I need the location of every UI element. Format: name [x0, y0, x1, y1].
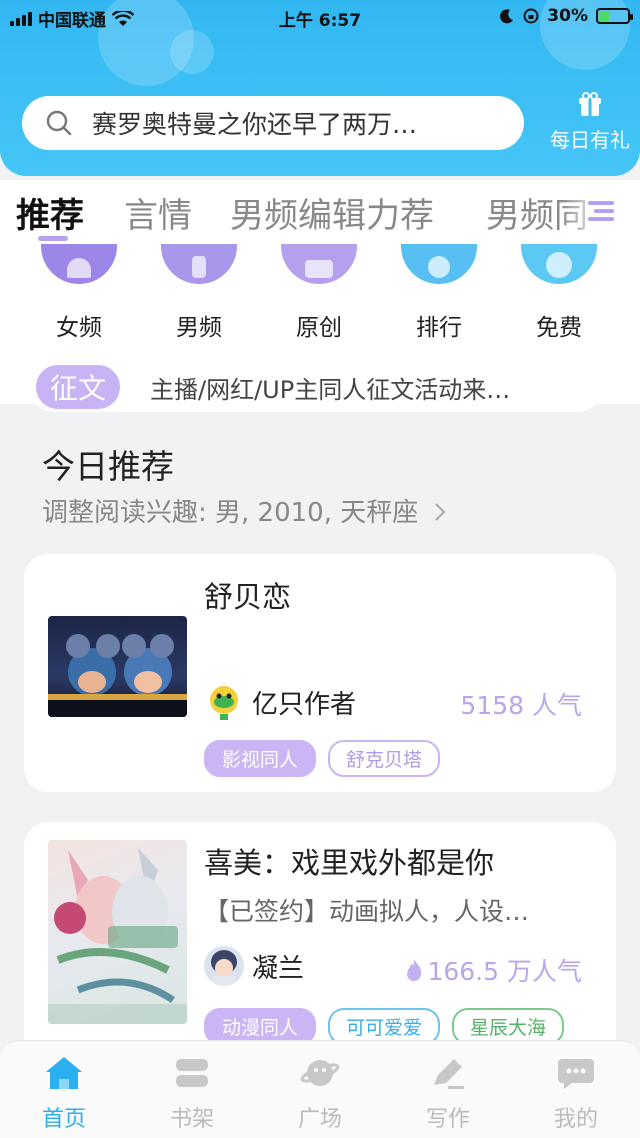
category-female[interactable]: 女频: [24, 244, 134, 342]
author-avatar: [204, 946, 244, 986]
bottom-navigation: 首页 书架 广场 写作 我的: [0, 1040, 640, 1138]
tag-chip[interactable]: 影视同人: [204, 740, 317, 777]
nav-label: 写作: [425, 1107, 470, 1132]
book-card[interactable]: 舒贝恋 亿只作者 5158 人气 影视同人 舒克贝塔: [24, 554, 616, 792]
author-name: 亿只作者: [252, 689, 357, 720]
category-original[interactable]: 原创: [264, 244, 374, 342]
book-author[interactable]: 亿只作者: [204, 682, 356, 722]
nav-label: 我的: [553, 1107, 598, 1132]
nav-label: 首页: [41, 1107, 86, 1132]
nav-square[interactable]: 广场: [256, 1055, 384, 1133]
female-icon: [41, 244, 117, 284]
chat-bubble-icon: [558, 1059, 594, 1089]
book-card[interactable]: 喜美：戏里戏外都是你 【已签约】动画拟人，人设… 凝兰 166.5 万人气 动漫…: [24, 822, 616, 1062]
category-free[interactable]: 免费: [504, 244, 614, 342]
announcement-text: 主播/网红/UP主同人征文活动来…: [150, 375, 511, 404]
nav-write[interactable]: 写作: [384, 1055, 512, 1133]
tab-romance[interactable]: 言情: [124, 188, 192, 237]
nav-label: 广场: [297, 1107, 342, 1132]
search-icon: [46, 110, 72, 136]
tab-recommend[interactable]: 推荐: [16, 188, 84, 237]
daily-gift-button[interactable]: 每日有礼: [540, 92, 640, 153]
book-description: 【已签约】动画拟人，人设…: [204, 897, 530, 926]
popularity-text: 166.5 万人气: [427, 957, 582, 986]
announcement-banner[interactable]: 征文 主播/网红/UP主同人征文活动来…: [30, 362, 602, 412]
section-title: 今日推荐: [42, 447, 174, 486]
search-input[interactable]: 赛罗奥特曼之你还早了两万…: [92, 105, 472, 141]
planet-icon: [300, 1060, 340, 1086]
original-icon: [281, 244, 357, 284]
daily-gift-label: 每日有礼: [550, 128, 630, 152]
lock-rotation-icon: [523, 8, 539, 24]
tab-male-editor-picks[interactable]: 男频编辑力荐: [230, 188, 434, 237]
category-label: 男频: [176, 315, 222, 341]
tag-chip[interactable]: 舒克贝塔: [328, 740, 441, 777]
nav-home[interactable]: 首页: [0, 1055, 128, 1133]
book-cover[interactable]: [48, 616, 187, 717]
popularity-count: 166.5 万人气: [405, 952, 582, 988]
book-tags: 影视同人 舒克贝塔: [204, 740, 441, 777]
popularity-text: 5158 人气: [460, 691, 582, 720]
category-tabs: 推荐 言情 男频编辑力荐 男频同: [0, 180, 640, 244]
book-author[interactable]: 凝兰: [204, 946, 304, 986]
author-avatar: [204, 682, 244, 722]
nav-mine[interactable]: 我的: [512, 1055, 640, 1133]
free-icon: [521, 244, 597, 284]
status-bar: 中国联通 上午 6:57 30%: [0, 0, 640, 34]
nav-label: 书架: [169, 1107, 214, 1132]
popularity-count: 5158 人气: [460, 686, 582, 722]
nav-bookshelf[interactable]: 书架: [128, 1055, 256, 1133]
ranking-icon: [401, 244, 477, 284]
battery-percent: 30%: [547, 6, 588, 26]
decor-bubble: [170, 30, 214, 74]
author-name: 凝兰: [252, 953, 305, 984]
tab-menu-icon[interactable]: [586, 196, 616, 226]
announcement-tag: 征文: [36, 365, 121, 409]
book-title[interactable]: 舒贝恋: [204, 574, 291, 616]
battery-icon: [596, 8, 633, 24]
home-icon: [46, 1057, 82, 1089]
category-label: 免费: [536, 315, 582, 341]
reading-interest-link[interactable]: 调整阅读兴趣: 男, 2010, 天秤座: [42, 492, 447, 529]
chevron-right-icon: [434, 503, 445, 521]
reading-interest-text: 调整阅读兴趣: 男, 2010, 天秤座: [42, 498, 419, 528]
search-bar[interactable]: 赛罗奥特曼之你还早了两万…: [22, 96, 524, 150]
category-label: 原创: [296, 315, 342, 341]
category-label: 女频: [56, 315, 102, 341]
category-male[interactable]: 男频: [144, 244, 254, 342]
bookshelf-icon: [176, 1059, 208, 1087]
active-tab-indicator: [38, 236, 68, 241]
app-header: 中国联通 上午 6:57 30% 赛罗奥特曼之你还早了两万… 每日有礼: [0, 0, 640, 176]
flame-icon: [407, 959, 422, 981]
book-cover[interactable]: [48, 840, 187, 1024]
book-title[interactable]: 喜美：戏里戏外都是你: [204, 840, 494, 882]
pen-icon: [434, 1059, 464, 1089]
category-label: 排行: [416, 315, 462, 341]
gift-icon: [579, 92, 601, 116]
category-ranking[interactable]: 排行: [384, 244, 494, 342]
male-icon: [161, 244, 237, 284]
moon-icon: [500, 9, 514, 24]
